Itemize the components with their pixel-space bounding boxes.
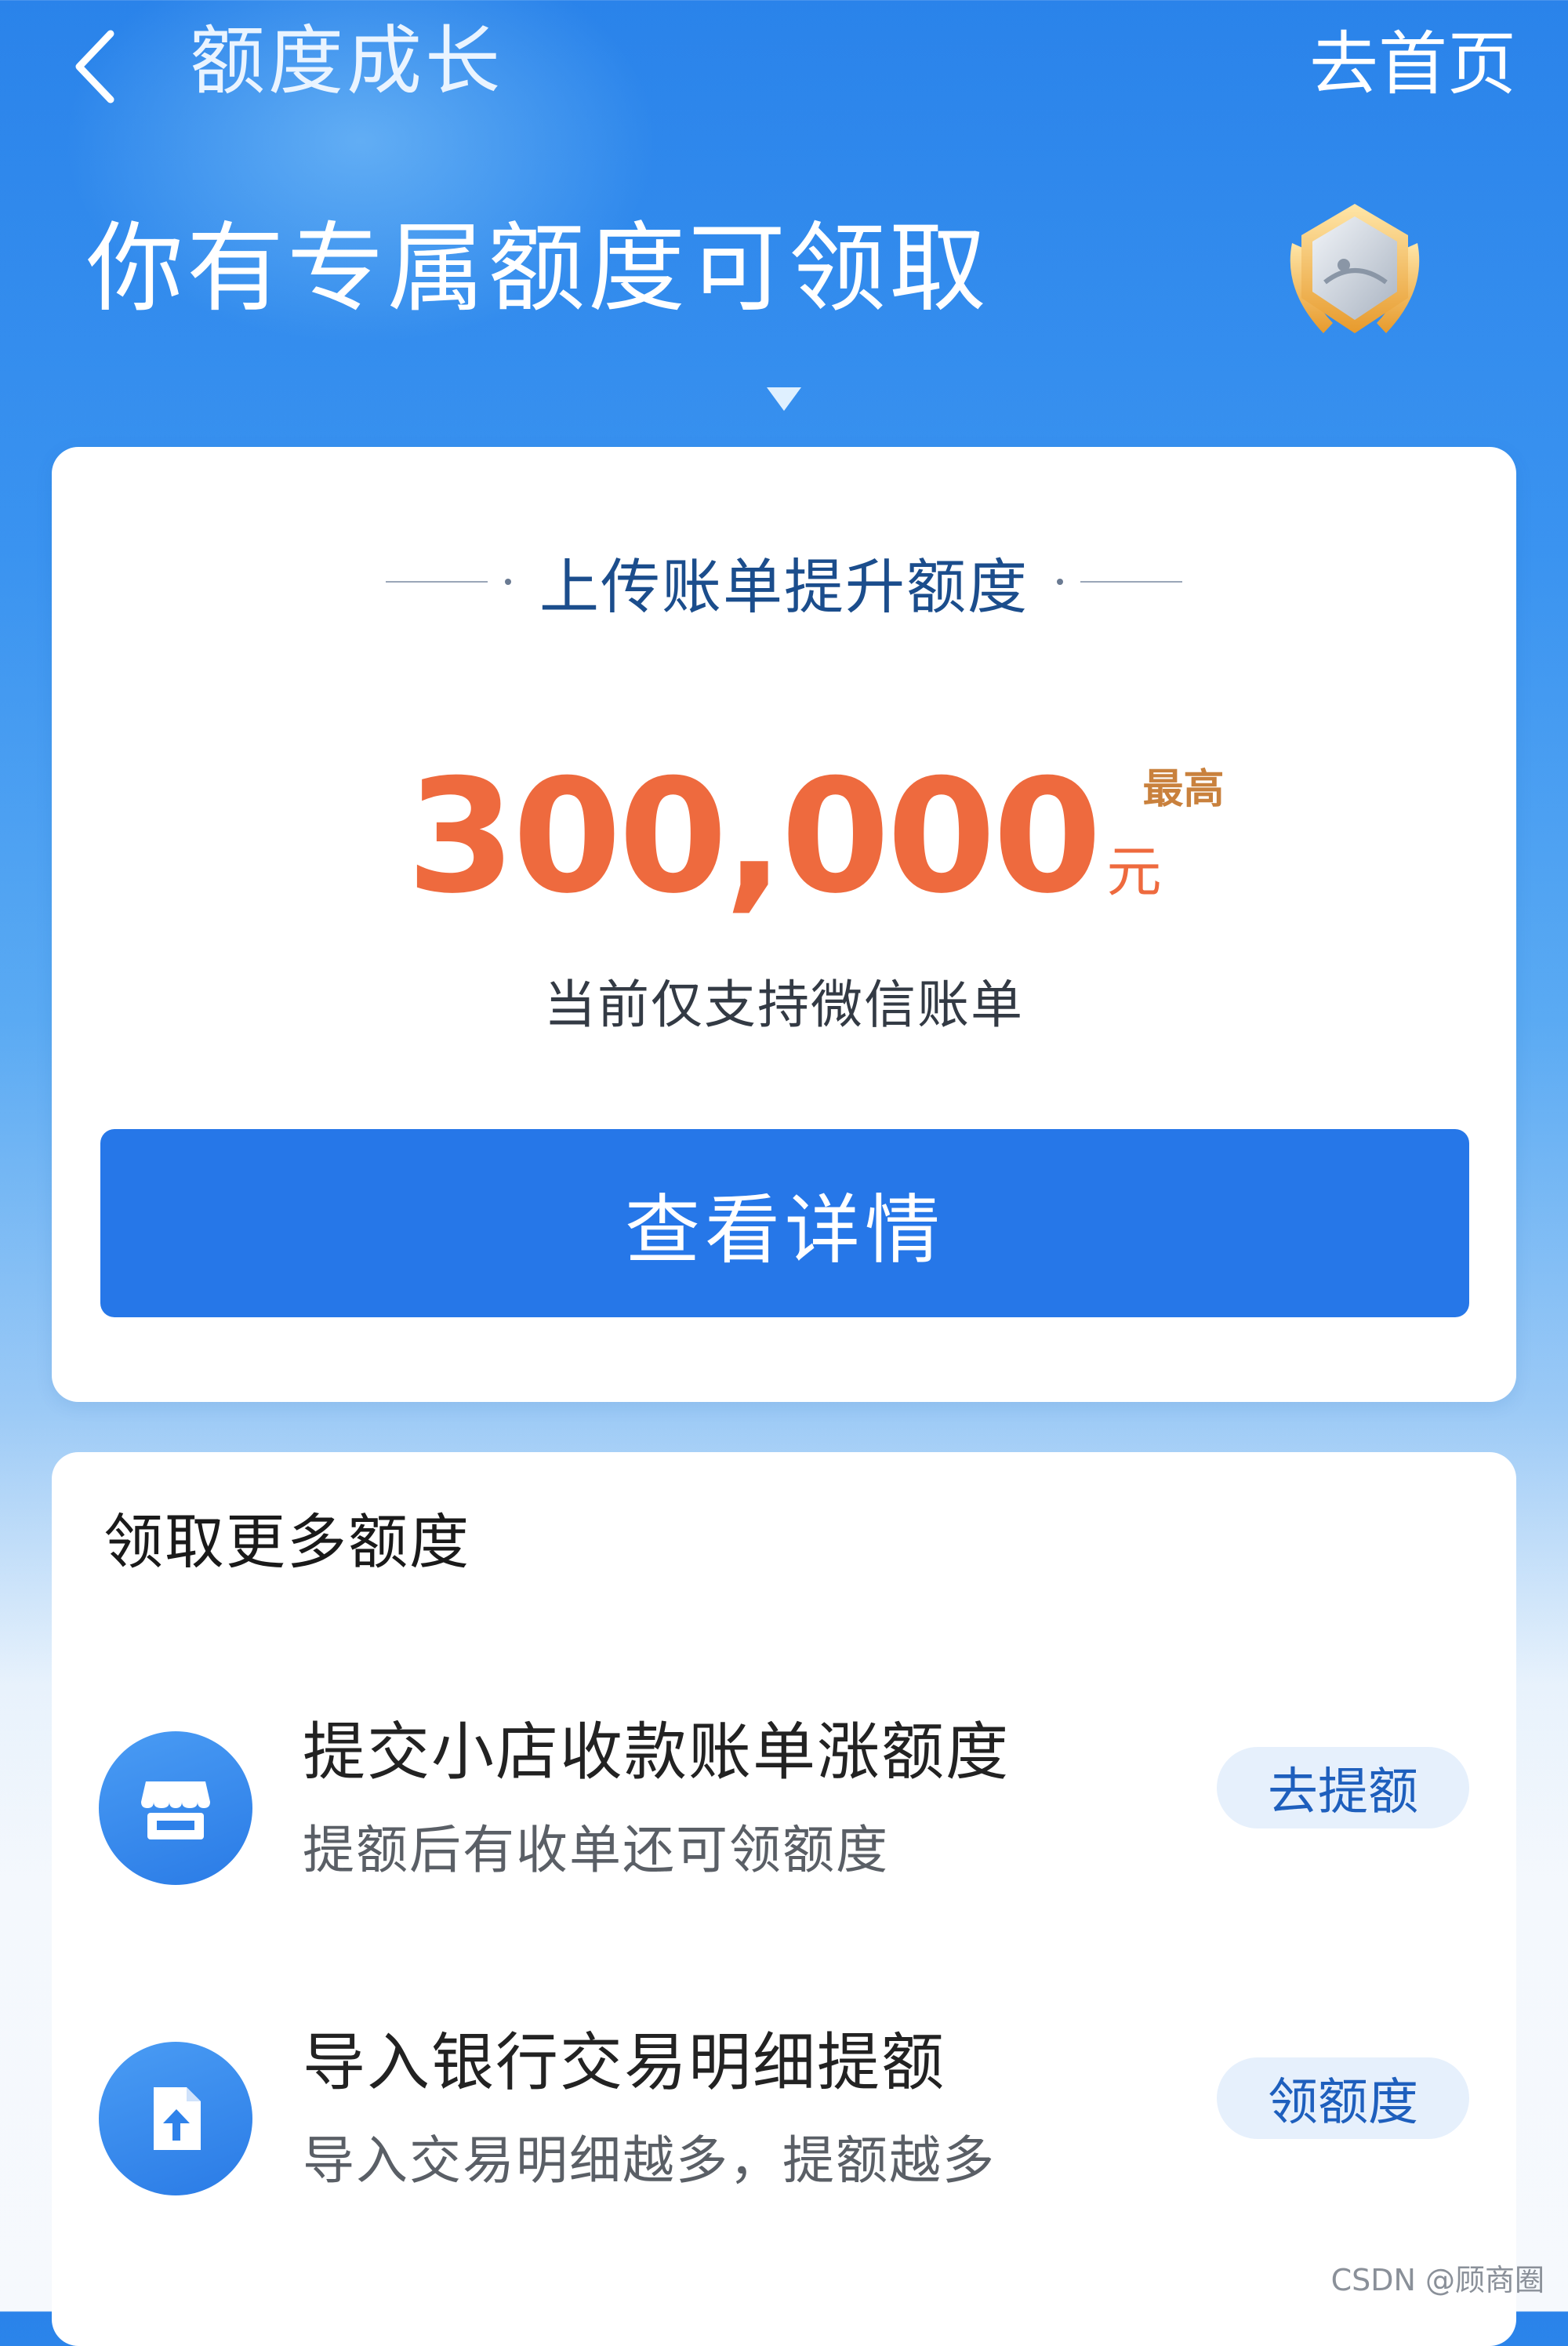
view-details-button[interactable]: 查看详情	[100, 1129, 1469, 1317]
upload-document-icon	[99, 2042, 252, 2195]
max-tag: 最高	[1142, 765, 1225, 813]
watermark: CSDN @顾商圈	[1330, 2263, 1544, 2297]
claim-credit-button[interactable]: 领额度	[1217, 2057, 1469, 2139]
divider-line-right	[1080, 581, 1182, 583]
upload-bill-card: 上传账单提升额度 300,000 元 最高 当前仅支持微信账单 查看详情	[52, 447, 1516, 1402]
task-desc: 导入交易明细越多，提额越多	[303, 2130, 996, 2191]
more-credit-title: 领取更多额度	[103, 1507, 470, 1577]
back-arrow-icon[interactable]	[67, 24, 122, 110]
more-credit-card: 领取更多额度 提交小店收款账单涨额度 提额后有收单还可领额度 去提额 导入银行交…	[52, 1452, 1516, 2346]
section-title: 上传账单提升额度	[539, 552, 1029, 622]
currency-unit: 元	[1106, 840, 1162, 904]
store-icon	[99, 1731, 252, 1885]
hero-headline: 你有专属额度可领取	[86, 212, 990, 325]
section-header: 上传账单提升额度	[52, 535, 1516, 629]
support-note: 当前仅支持微信账单	[544, 975, 1024, 1035]
task-desc: 提额后有收单还可领额度	[303, 1820, 889, 1880]
raise-credit-button[interactable]: 去提额	[1217, 1747, 1469, 1828]
divider-line-left	[386, 581, 488, 583]
divider-dot-right	[1057, 579, 1063, 585]
divider-dot-left	[505, 579, 511, 585]
task-item-store-bill[interactable]: 提交小店收款账单涨额度 提额后有收单还可领额度 去提额	[52, 1716, 1516, 1966]
go-home-link[interactable]: 去首页	[1309, 17, 1516, 111]
task-title: 导入银行交易明细提额	[303, 2026, 946, 2099]
task-item-bank-statement[interactable]: 导入银行交易明细提额 导入交易明细越多，提额越多 领额度	[52, 2026, 1516, 2277]
medal-badge-icon	[1269, 188, 1441, 361]
page-title: 额度成长	[190, 17, 503, 105]
task-title: 提交小店收款账单涨额度	[303, 1716, 1010, 1789]
credit-amount-row: 300,000 元 最高	[52, 743, 1516, 932]
down-triangle-icon	[765, 386, 803, 412]
credit-amount: 300,000	[406, 746, 1102, 928]
